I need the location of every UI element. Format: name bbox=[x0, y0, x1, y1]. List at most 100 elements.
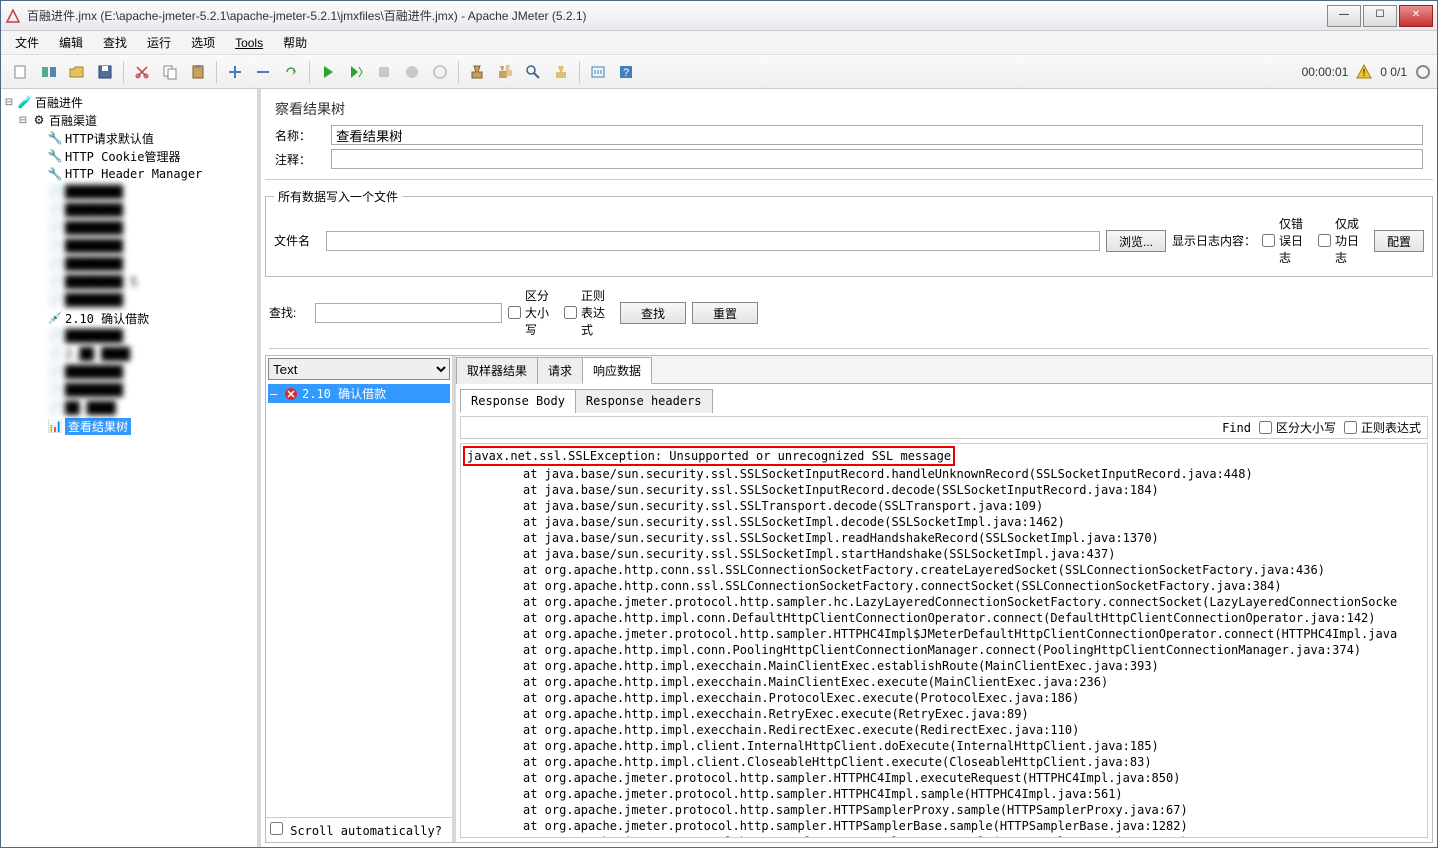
menu-run[interactable]: 运行 bbox=[139, 32, 179, 53]
close-button[interactable]: ✕ bbox=[1399, 5, 1433, 27]
open-icon[interactable] bbox=[65, 60, 89, 84]
tab-request[interactable]: 请求 bbox=[537, 357, 583, 384]
copy-icon[interactable] bbox=[158, 60, 182, 84]
function-helper-icon[interactable] bbox=[586, 60, 610, 84]
reset-search-icon[interactable] bbox=[549, 60, 573, 84]
response-body-text[interactable]: javax.net.ssl.SSLException: Unsupported … bbox=[460, 443, 1428, 838]
tree-sampler-210[interactable]: 💉2.10 确认借款 bbox=[1, 309, 257, 327]
menu-file[interactable]: 文件 bbox=[7, 32, 47, 53]
clear-icon[interactable] bbox=[465, 60, 489, 84]
menu-options[interactable]: 选项 bbox=[183, 32, 223, 53]
collapse-icon[interactable] bbox=[251, 60, 275, 84]
app-window: 百融进件.jmx (E:\apache-jmeter-5.2.1\apache-… bbox=[0, 0, 1438, 848]
toolbar-sep bbox=[123, 61, 124, 83]
test-plan-tree[interactable]: ⊟🧪百融进件 ⊟⚙百融渠道 🔧HTTP请求默认值 🔧HTTP Cookie管理器… bbox=[1, 89, 261, 847]
result-item[interactable]: — 2.10 确认借款 bbox=[268, 384, 450, 403]
file-output-legend: 所有数据写入一个文件 bbox=[274, 188, 402, 205]
search-button[interactable]: 查找 bbox=[620, 302, 686, 324]
file-input[interactable] bbox=[326, 231, 1100, 251]
tree-item-blurred[interactable]: 📄████████ bbox=[1, 183, 257, 201]
menu-help[interactable]: 帮助 bbox=[275, 32, 315, 53]
search-icon[interactable] bbox=[521, 60, 545, 84]
response-subtabs: Response Body Response headers bbox=[460, 388, 1428, 412]
toolbar-sep bbox=[579, 61, 580, 83]
warning-icon[interactable]: ! bbox=[1356, 64, 1372, 80]
start-icon[interactable] bbox=[316, 60, 340, 84]
comment-input[interactable] bbox=[331, 149, 1423, 169]
tree-item-blurred[interactable]: 📄████████ bbox=[1, 291, 257, 309]
new-icon[interactable] bbox=[9, 60, 33, 84]
configure-button[interactable]: 配置 bbox=[1374, 230, 1424, 252]
find-case-checkbox[interactable]: 区分大小写 bbox=[1259, 419, 1336, 436]
tree-thread-group[interactable]: ⊟⚙百融渠道 bbox=[1, 111, 257, 129]
menubar: 文件 编辑 查找 运行 选项 Tools 帮助 bbox=[1, 31, 1437, 55]
clear-all-icon[interactable] bbox=[493, 60, 517, 84]
paste-icon[interactable] bbox=[186, 60, 210, 84]
stop-icon[interactable] bbox=[372, 60, 396, 84]
tree-item-blurred[interactable]: 📄████████ bbox=[1, 363, 257, 381]
tab-sampler-result[interactable]: 取样器结果 bbox=[456, 357, 538, 384]
status-icon bbox=[1415, 64, 1431, 80]
tree-item-blurred[interactable]: 📄████████ 5 bbox=[1, 273, 257, 291]
minimize-button[interactable]: — bbox=[1327, 5, 1361, 27]
renderer-select[interactable]: Text bbox=[268, 358, 450, 380]
app-icon bbox=[5, 8, 21, 24]
tree-header-mgr[interactable]: 🔧HTTP Header Manager bbox=[1, 165, 257, 183]
tree-item-blurred[interactable]: 📄████████ bbox=[1, 255, 257, 273]
reset-button[interactable]: 重置 bbox=[692, 302, 758, 324]
window-controls: — ☐ ✕ bbox=[1327, 5, 1433, 27]
tree-item-blurred[interactable]: 📄████████ bbox=[1, 381, 257, 399]
tab-response-headers[interactable]: Response headers bbox=[575, 389, 713, 413]
expand-icon[interactable] bbox=[223, 60, 247, 84]
browse-button[interactable]: 浏览... bbox=[1106, 230, 1166, 252]
tree-root[interactable]: ⊟🧪百融进件 bbox=[1, 93, 257, 111]
menu-tools[interactable]: Tools bbox=[227, 34, 271, 52]
save-icon[interactable] bbox=[93, 60, 117, 84]
result-item-label: 2.10 确认借款 bbox=[302, 385, 386, 402]
only-success-checkbox[interactable]: 仅成功日志 bbox=[1318, 215, 1368, 266]
templates-icon[interactable] bbox=[37, 60, 61, 84]
search-input[interactable] bbox=[315, 303, 502, 323]
menu-search[interactable]: 查找 bbox=[95, 32, 135, 53]
tree-item-blurred[interactable]: 📄2.██ ████ bbox=[1, 345, 257, 363]
toggle-icon[interactable] bbox=[279, 60, 303, 84]
shutdown-icon[interactable] bbox=[400, 60, 424, 84]
svg-text:?: ? bbox=[623, 67, 629, 79]
menu-edit[interactable]: 编辑 bbox=[51, 32, 91, 53]
scroll-auto-checkbox[interactable]: Scroll automatically? bbox=[266, 817, 452, 842]
results-list-panel: Text — 2.10 确认借款 Scroll automatically? bbox=[266, 356, 456, 842]
tab-response-body[interactable]: Response Body bbox=[460, 389, 576, 413]
toolbar-status: 00:00:01 ! 0 0/1 bbox=[1302, 64, 1431, 80]
help-icon[interactable]: ? bbox=[614, 60, 638, 84]
tree-view-results[interactable]: 📊查看结果树 bbox=[1, 417, 257, 435]
tab-response-data[interactable]: 响应数据 bbox=[582, 357, 652, 384]
find-regex-checkbox[interactable]: 正则表达式 bbox=[1344, 419, 1421, 436]
case-checkbox[interactable]: 区分大小写 bbox=[508, 287, 558, 338]
start-no-timers-icon[interactable] bbox=[344, 60, 368, 84]
toolbar-sep bbox=[458, 61, 459, 83]
tree-item-blurred[interactable]: 📄████████ bbox=[1, 219, 257, 237]
maximize-button[interactable]: ☐ bbox=[1363, 5, 1397, 27]
main-panel: 察看结果树 名称： 注释： 所有数据写入一个文件 文件名 浏览... 显示日志内… bbox=[261, 89, 1437, 847]
tree-item-blurred[interactable]: 📄████████ bbox=[1, 327, 257, 345]
config-panel: 察看结果树 名称： 注释： bbox=[265, 93, 1433, 180]
wrench-icon: 🔧 bbox=[47, 148, 63, 164]
name-input[interactable] bbox=[331, 125, 1423, 145]
toolbar-sep bbox=[216, 61, 217, 83]
results-list[interactable]: — 2.10 确认借款 bbox=[266, 382, 452, 817]
tree-item-blurred[interactable]: 📄████████ bbox=[1, 201, 257, 219]
regex-checkbox[interactable]: 正则表达式 bbox=[564, 287, 614, 338]
content-area: ⊟🧪百融进件 ⊟⚙百融渠道 🔧HTTP请求默认值 🔧HTTP Cookie管理器… bbox=[1, 89, 1437, 847]
tree-http-defaults[interactable]: 🔧HTTP请求默认值 bbox=[1, 129, 257, 147]
thread-count: 0 0/1 bbox=[1380, 65, 1407, 79]
tree-item-blurred[interactable]: 📄████████ bbox=[1, 237, 257, 255]
titlebar: 百融进件.jmx (E:\apache-jmeter-5.2.1\apache-… bbox=[1, 1, 1437, 31]
file-label: 文件名 bbox=[274, 232, 320, 249]
tree-item-blurred[interactable]: 📄██ ████ bbox=[1, 399, 257, 417]
window-title: 百融进件.jmx (E:\apache-jmeter-5.2.1\apache-… bbox=[27, 7, 1327, 24]
only-error-checkbox[interactable]: 仅错误日志 bbox=[1262, 215, 1312, 266]
cut-icon[interactable] bbox=[130, 60, 154, 84]
remote-start-icon[interactable] bbox=[428, 60, 452, 84]
wrench-icon: 🔧 bbox=[47, 166, 63, 182]
tree-cookie-mgr[interactable]: 🔧HTTP Cookie管理器 bbox=[1, 147, 257, 165]
